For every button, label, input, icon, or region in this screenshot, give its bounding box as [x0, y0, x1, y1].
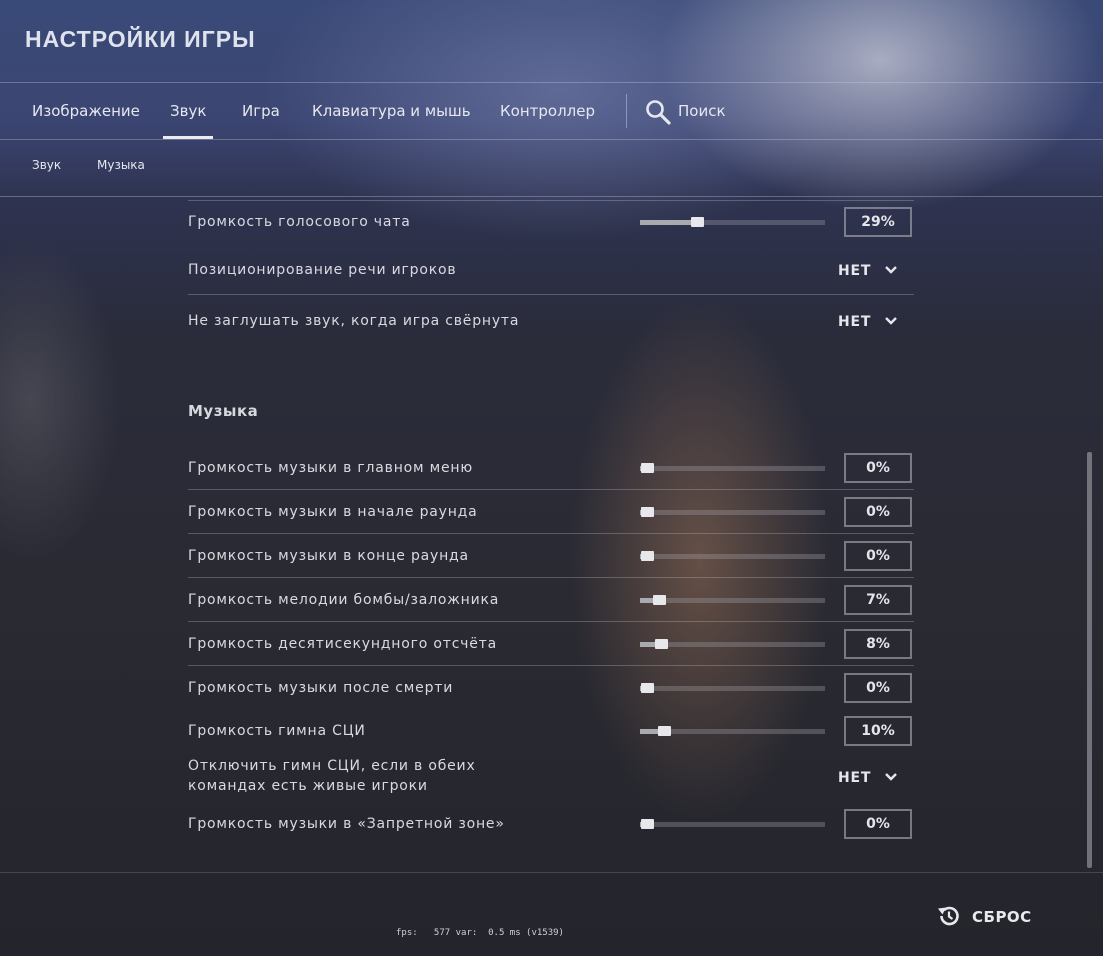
- slider-knob[interactable]: [641, 819, 654, 829]
- value-input[interactable]: 0%: [844, 497, 912, 527]
- value-input[interactable]: 0%: [844, 453, 912, 483]
- setting-label: Громкость десятисекундного отсчёта: [188, 636, 498, 652]
- search-label[interactable]: Поиск: [678, 83, 726, 139]
- value-input[interactable]: 0%: [844, 541, 912, 571]
- footer-divider: [0, 872, 1103, 873]
- setting-label: Громкость музыки в главном меню: [188, 460, 473, 476]
- setting-label-line2: командах есть живые игроки: [188, 778, 428, 794]
- setting-voice-chat-volume: Громкость голосового чата 29%: [188, 200, 914, 248]
- value-input[interactable]: 0%: [844, 809, 912, 839]
- subtab-sound[interactable]: Звук: [32, 158, 61, 172]
- volume-slider[interactable]: [640, 639, 825, 649]
- setting-label: Позиционирование речи игроков: [188, 262, 457, 278]
- setting-label: Громкость музыки в конце раунда: [188, 548, 469, 564]
- setting-label: Громкость музыки в начале раунда: [188, 504, 478, 520]
- tabs-divider: [626, 94, 627, 128]
- subtab-music[interactable]: Музыка: [97, 158, 145, 172]
- main-tabs: Изображение Звук Игра Клавиатура и мышь …: [0, 83, 1103, 139]
- volume-slider[interactable]: [640, 551, 825, 561]
- dropdown-value: НЕТ: [838, 770, 872, 786]
- tab-game[interactable]: Игра: [242, 83, 280, 139]
- page-title: НАСТРОЙКИ ИГРЫ: [25, 26, 256, 52]
- setting-voice-positioning: Позиционирование речи игроков НЕТ: [188, 248, 914, 295]
- volume-slider[interactable]: [640, 819, 825, 829]
- chevron-down-icon: [885, 773, 897, 781]
- setting-bomb-hostage-music: Громкость мелодии бомбы/заложника 7%: [188, 578, 914, 622]
- subtabs-divider: [0, 196, 1103, 197]
- volume-slider[interactable]: [640, 507, 825, 517]
- header: НАСТРОЙКИ ИГРЫ: [0, 0, 1103, 82]
- setting-unmute-minimized: Не заглушать звук, когда игра свёрнута Н…: [188, 300, 914, 346]
- setting-label: Громкость мелодии бомбы/заложника: [188, 592, 500, 608]
- setting-music-round-start: Громкость музыки в начале раунда 0%: [188, 490, 914, 534]
- value-input[interactable]: 10%: [844, 716, 912, 746]
- slider-knob[interactable]: [641, 683, 654, 693]
- slider-knob[interactable]: [654, 639, 668, 649]
- tab-controller[interactable]: Контроллер: [500, 83, 595, 139]
- dropdown-value: НЕТ: [838, 314, 872, 330]
- tab-sound[interactable]: Звук: [162, 83, 214, 139]
- slider-knob[interactable]: [658, 726, 672, 736]
- setting-music-main-menu: Громкость музыки в главном меню 0%: [188, 446, 914, 490]
- slider-knob[interactable]: [690, 217, 704, 227]
- setting-mvp-anthem: Громкость гимна СЦИ 10%: [188, 710, 914, 754]
- tabs-bottom-divider: [0, 139, 1103, 140]
- setting-death-music: Громкость музыки после смерти 0%: [188, 666, 914, 710]
- slider-fill: [640, 220, 697, 225]
- section-title-music: Музыка: [188, 402, 259, 420]
- setting-music-round-end: Громкость музыки в конце раунда 0%: [188, 534, 914, 578]
- setting-danger-zone-music: Громкость музыки в «Запретной зоне» 0%: [188, 802, 914, 846]
- chevron-down-icon: [885, 317, 897, 325]
- dropdown-value: НЕТ: [838, 263, 872, 279]
- setting-label: Громкость голосового чата: [188, 214, 411, 230]
- setting-label-line1: Отключить гимн СЦИ, если в обеих: [188, 758, 476, 774]
- chevron-down-icon: [885, 266, 897, 274]
- value-input[interactable]: 29%: [844, 207, 912, 237]
- volume-slider[interactable]: [640, 463, 825, 473]
- volume-slider[interactable]: [640, 217, 825, 227]
- volume-slider[interactable]: [640, 683, 825, 693]
- slider-knob[interactable]: [652, 595, 666, 605]
- slider-knob[interactable]: [641, 463, 654, 473]
- setting-mute-anthem-alive: Отключить гимн СЦИ, если в обеих команда…: [188, 756, 914, 802]
- setting-label: Не заглушать звук, когда игра свёрнута: [188, 313, 520, 329]
- value-input[interactable]: 8%: [844, 629, 912, 659]
- slider-knob[interactable]: [641, 551, 654, 561]
- tab-image[interactable]: Изображение: [32, 83, 140, 139]
- row-divider: [188, 200, 914, 201]
- volume-slider[interactable]: [640, 726, 825, 736]
- volume-slider[interactable]: [640, 595, 825, 605]
- setting-ten-second-countdown: Громкость десятисекундного отсчёта 8%: [188, 622, 914, 666]
- tab-keyboard-mouse[interactable]: Клавиатура и мышь: [312, 83, 471, 139]
- setting-label: Громкость музыки после смерти: [188, 680, 454, 696]
- scrollbar[interactable]: [1087, 452, 1092, 868]
- setting-label: Громкость музыки в «Запретной зоне»: [188, 816, 505, 832]
- row-divider: [188, 294, 914, 295]
- slider-knob[interactable]: [641, 507, 654, 517]
- setting-label: Громкость гимна СЦИ: [188, 723, 366, 739]
- search-icon[interactable]: [645, 99, 671, 125]
- value-input[interactable]: 7%: [844, 585, 912, 615]
- value-input[interactable]: 0%: [844, 673, 912, 703]
- fps-counter: fps: 577 var: 0.5 ms (v1539): [396, 928, 564, 938]
- reset-history-icon: [938, 906, 959, 926]
- reset-label: СБРОС: [972, 908, 1032, 926]
